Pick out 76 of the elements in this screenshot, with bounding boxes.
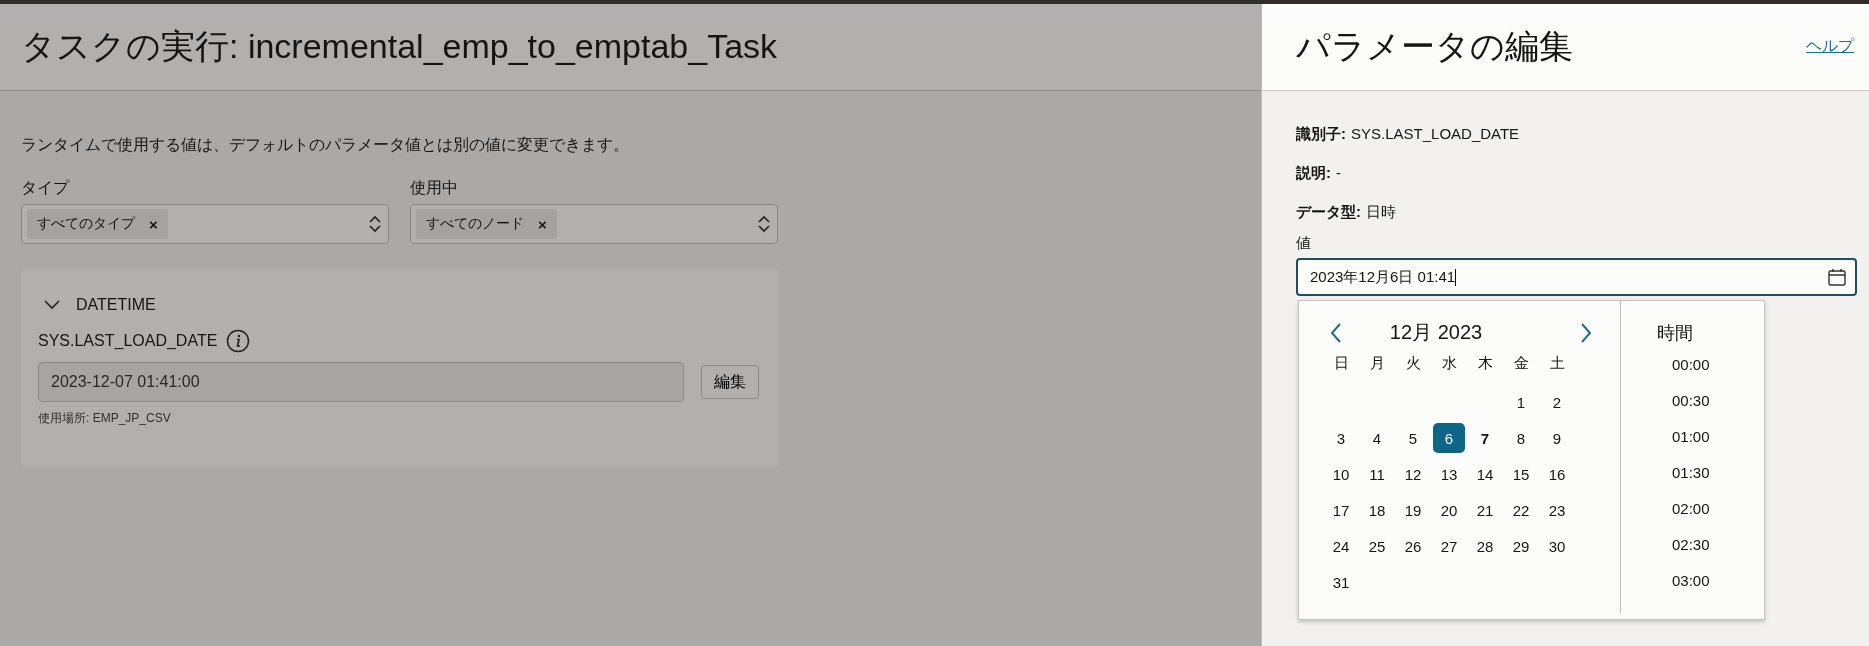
calendar-day[interactable]: 28 bbox=[1469, 531, 1501, 561]
calendar-day[interactable]: 22 bbox=[1505, 495, 1537, 525]
calendar-day[interactable]: 6 bbox=[1433, 423, 1465, 453]
calendar-icon[interactable] bbox=[1827, 267, 1847, 287]
chevron-icon[interactable] bbox=[44, 300, 60, 310]
month-title: 12月 2023 bbox=[1389, 320, 1483, 345]
calendar-day[interactable]: 30 bbox=[1541, 531, 1573, 561]
property-text: 説明: - bbox=[1296, 164, 1342, 183]
parameter-name: SYS.LAST_LOAD_DATE bbox=[38, 332, 218, 350]
value-label: 値 bbox=[1296, 234, 1312, 253]
calendar-day[interactable]: 14 bbox=[1469, 459, 1501, 489]
calendar-day[interactable]: 2 bbox=[1541, 387, 1573, 417]
help-link[interactable]: ヘルプ bbox=[1806, 36, 1854, 57]
calendar-day[interactable]: 15 bbox=[1505, 459, 1537, 489]
filter-chip: すべてのタイプ × bbox=[27, 209, 168, 239]
filter-select[interactable]: すべてのタイプ × bbox=[21, 204, 389, 244]
calendar-day[interactable]: 1 bbox=[1505, 387, 1537, 417]
page-title: タスクの実行: incremental_emp_to_emptab_Task bbox=[21, 26, 778, 67]
edit-button[interactable]: 編集 bbox=[701, 365, 759, 399]
info-icon[interactable] bbox=[226, 329, 251, 353]
remove-chip-button[interactable]: × bbox=[149, 215, 158, 233]
filter-select[interactable]: すべてのノード × bbox=[410, 204, 778, 244]
section-title: DATETIME bbox=[76, 296, 156, 314]
calendar-day[interactable]: 25 bbox=[1361, 531, 1393, 561]
weekday-label: 土 bbox=[1548, 352, 1566, 373]
description-text: ランタイムで使用する値は、デフォルトのパラメータ値とは別の値に変更できます。 bbox=[21, 135, 630, 155]
time-title: 時間 bbox=[1657, 322, 1693, 345]
property-text: データ型: 日時 bbox=[1296, 203, 1397, 222]
weekday-label: 水 bbox=[1440, 352, 1458, 373]
calendar-day[interactable]: 17 bbox=[1325, 495, 1357, 525]
next-month-button[interactable] bbox=[1579, 321, 1593, 344]
weekday-label: 月 bbox=[1368, 352, 1386, 373]
weekday-label: 日 bbox=[1332, 352, 1350, 373]
time-option[interactable]: 02:30 bbox=[1672, 536, 1710, 572]
calendar-day[interactable]: 24 bbox=[1325, 531, 1357, 561]
remove-chip-button[interactable]: × bbox=[538, 215, 547, 233]
calendar-day[interactable]: 16 bbox=[1541, 459, 1573, 489]
filter-chip: すべてのノード × bbox=[416, 209, 557, 239]
time-option[interactable]: 01:30 bbox=[1672, 464, 1710, 500]
property-text: 識別子: SYS.LAST_LOAD_DATE bbox=[1296, 125, 1521, 144]
time-option[interactable]: 00:30 bbox=[1672, 392, 1710, 428]
weekday-label: 火 bbox=[1404, 352, 1422, 373]
time-option[interactable]: 02:00 bbox=[1672, 500, 1710, 536]
panel-title: パラメータの編集 bbox=[1296, 26, 1573, 67]
date-field[interactable]: 2023年12月6日 01:41 bbox=[1296, 258, 1857, 296]
calendar-day[interactable]: 27 bbox=[1433, 531, 1465, 561]
calendar-day[interactable]: 18 bbox=[1361, 495, 1393, 525]
sort-chevrons-icon bbox=[757, 214, 771, 234]
calendar-day[interactable]: 20 bbox=[1433, 495, 1465, 525]
parameter-value-field[interactable]: 2023-12-07 01:41:00 bbox=[38, 362, 684, 402]
filter-label: タイプ bbox=[21, 178, 71, 198]
calendar-day[interactable]: 19 bbox=[1397, 495, 1429, 525]
calendar-day[interactable]: 3 bbox=[1325, 423, 1357, 453]
time-option[interactable]: 01:00 bbox=[1672, 428, 1710, 464]
weekday-label: 木 bbox=[1476, 352, 1494, 373]
calendar-day[interactable]: 21 bbox=[1469, 495, 1501, 525]
calendar-day[interactable]: 8 bbox=[1505, 423, 1537, 453]
calendar-day[interactable]: 11 bbox=[1361, 459, 1393, 489]
calendar-day[interactable]: 9 bbox=[1541, 423, 1573, 453]
time-option[interactable]: 03:00 bbox=[1672, 572, 1710, 608]
calendar-day[interactable]: 26 bbox=[1397, 531, 1429, 561]
calendar-day[interactable]: 23 bbox=[1541, 495, 1573, 525]
calendar-day[interactable]: 7 bbox=[1469, 423, 1501, 453]
filter-label: 使用中 bbox=[410, 178, 459, 198]
sort-chevrons-icon bbox=[368, 214, 382, 234]
calendar-day[interactable]: 5 bbox=[1397, 423, 1429, 453]
time-option[interactable]: 00:00 bbox=[1672, 356, 1710, 392]
calendar-day[interactable]: 10 bbox=[1325, 459, 1357, 489]
calendar-day[interactable]: 13 bbox=[1433, 459, 1465, 489]
usage-text: 使用場所: EMP_JP_CSV bbox=[38, 410, 172, 427]
calendar-day[interactable]: 29 bbox=[1505, 531, 1537, 561]
calendar-day[interactable]: 31 bbox=[1325, 567, 1357, 597]
calendar-day[interactable]: 12 bbox=[1397, 459, 1429, 489]
weekday-label: 金 bbox=[1512, 352, 1530, 373]
previous-month-button[interactable] bbox=[1329, 321, 1343, 344]
calendar-day[interactable]: 4 bbox=[1361, 423, 1393, 453]
